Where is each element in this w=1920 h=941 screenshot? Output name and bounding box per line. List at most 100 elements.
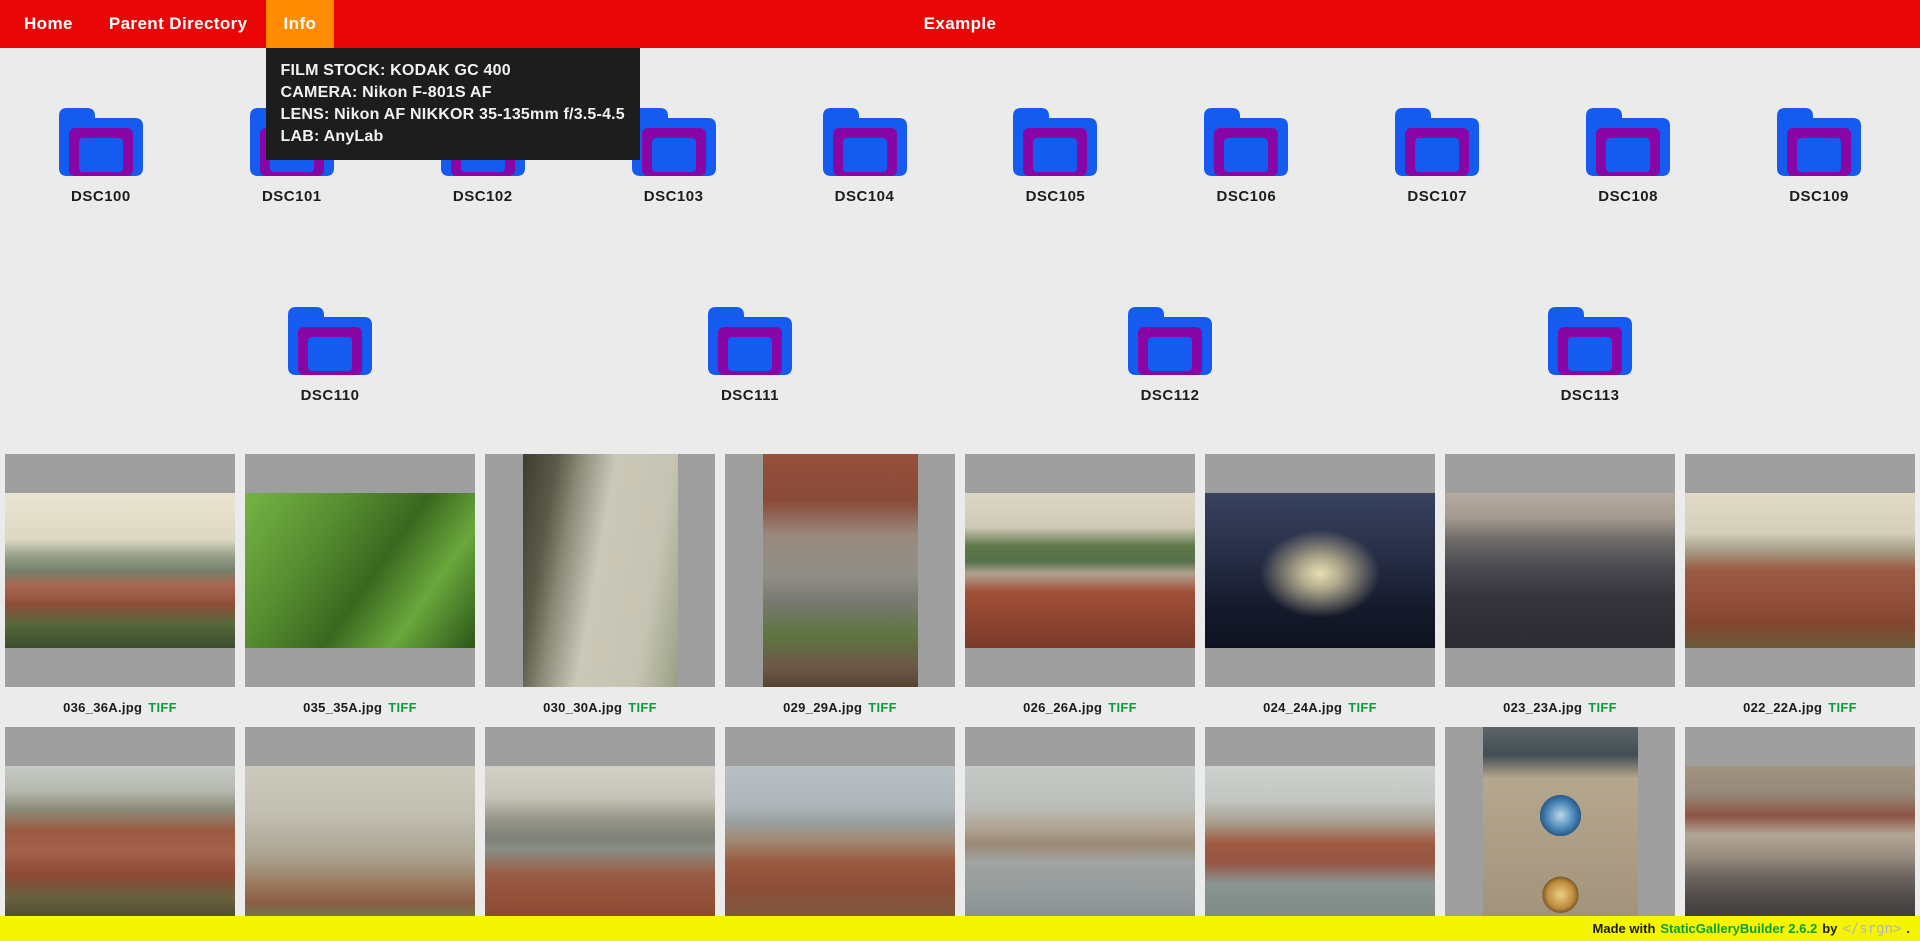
thumbnail-filename: 022_22A.jpg (1743, 700, 1822, 715)
thumbnail-image-green-foliage (245, 493, 475, 648)
thumbnail-link[interactable] (5, 727, 235, 941)
folder-item-dsc107[interactable]: DSC107 (1347, 108, 1527, 205)
folder-label: DSC105 (1026, 188, 1086, 205)
folder-item-dsc106[interactable]: DSC106 (1156, 108, 1336, 205)
thumbnail-item: 026_26A.jpg TIFF (965, 454, 1195, 727)
builder-link[interactable]: StaticGalleryBuilder 2.6.2 (1660, 921, 1817, 936)
tiff-link[interactable]: TIFF (1588, 700, 1617, 715)
thumbnail-item (1685, 727, 1915, 941)
thumbnail-link[interactable] (965, 454, 1195, 687)
info-line-camera: CAMERA: Nikon F-801S AF (281, 82, 625, 104)
thumbnail-link[interactable] (1685, 727, 1915, 941)
thumbnail-image-river-with-boat (965, 766, 1195, 921)
folder-icon (823, 108, 907, 176)
thumbnail-image-castle-across-river (1205, 766, 1435, 921)
folder-icon (1777, 108, 1861, 176)
thumbnail-image-misty-river-city (245, 766, 475, 921)
thumbnail-link[interactable] (1205, 727, 1435, 941)
thumbnail-link[interactable] (725, 727, 955, 941)
folder-label: DSC106 (1216, 188, 1276, 205)
thumbnail-item (965, 727, 1195, 941)
folder-label: DSC112 (1141, 387, 1200, 404)
thumbnail-image-night-cathedral-towers (1205, 493, 1435, 648)
folder-item-dsc104[interactable]: DSC104 (775, 108, 955, 205)
thumbnail-item: 036_36A.jpg TIFF (5, 454, 235, 727)
thumbnail-filename: 023_23A.jpg (1503, 700, 1582, 715)
folder-icon (288, 307, 372, 375)
folder-item-dsc113[interactable]: DSC113 (1500, 307, 1680, 404)
footer-made-with-text: Made with (1593, 921, 1656, 936)
tiff-link[interactable]: TIFF (148, 700, 177, 715)
nav-item-home[interactable]: Home (6, 0, 91, 48)
thumbnail-item: 029_29A.jpg TIFF (725, 454, 955, 727)
thumbnail-item (485, 727, 715, 941)
folder-label: DSC107 (1407, 188, 1467, 205)
thumbnail-link[interactable] (485, 454, 715, 687)
folder-label: DSC111 (721, 387, 779, 404)
folder-item-dsc110[interactable]: DSC110 (240, 307, 420, 404)
gallery-page: Home Parent Directory Info FILM STOCK: K… (0, 0, 1920, 941)
thumbnail-image-crowded-square (1445, 493, 1675, 648)
thumbnail-link[interactable] (725, 454, 955, 687)
folder-item-dsc105[interactable]: DSC105 (965, 108, 1145, 205)
srgn-logo[interactable]: </srgn> (1842, 921, 1901, 937)
folder-icon (1013, 108, 1097, 176)
folder-item-dsc109[interactable]: DSC109 (1729, 108, 1909, 205)
tiff-link[interactable]: TIFF (628, 700, 657, 715)
footer-dot: . (1906, 921, 1910, 936)
thumbnail-link[interactable] (965, 727, 1195, 941)
tiff-link[interactable]: TIFF (388, 700, 417, 715)
folder-icon (1395, 108, 1479, 176)
thumbnail-link[interactable] (1445, 454, 1675, 687)
thumbnail-item: 035_35A.jpg TIFF (245, 454, 475, 727)
thumbnail-image-rooftops-and-towers (725, 766, 955, 921)
thumbnail-item: 024_24A.jpg TIFF (1205, 454, 1435, 727)
thumbnail-image-astronomical-clock-tower (1483, 727, 1638, 941)
folder-item-dsc108[interactable]: DSC108 (1538, 108, 1718, 205)
thumbnail-image-red-rooftops-green-hill (965, 493, 1195, 648)
tiff-link[interactable]: TIFF (1828, 700, 1857, 715)
thumbnail-link[interactable] (485, 727, 715, 941)
thumbnail-item (5, 727, 235, 941)
thumbnail-link[interactable] (1685, 454, 1915, 687)
tiff-link[interactable]: TIFF (1348, 700, 1377, 715)
thumbnail-link[interactable] (245, 454, 475, 687)
thumbnail-item: 030_30A.jpg TIFF (485, 454, 715, 727)
thumbnail-link[interactable] (1445, 727, 1675, 941)
nav-info-wrap: Info FILM STOCK: KODAK GC 400 CAMERA: Ni… (266, 0, 335, 48)
info-line-film-stock: FILM STOCK: KODAK GC 400 (281, 60, 625, 82)
folder-icon (1128, 307, 1212, 375)
thumbnail-item (725, 727, 955, 941)
thumbnail-image-river-bridge-cityscape (485, 766, 715, 921)
thumbnail-grid: 036_36A.jpg TIFF 035_35A.jpg TIFF 030_30… (0, 454, 1920, 941)
thumbnail-filename: 035_35A.jpg (303, 700, 382, 715)
folder-label: DSC103 (644, 188, 704, 205)
thumbnail-link[interactable] (245, 727, 475, 941)
footer-by-text: by (1822, 921, 1837, 936)
nav-item-parent-directory[interactable]: Parent Directory (91, 0, 266, 48)
folder-label: DSC104 (835, 188, 895, 205)
info-line-lab: LAB: AnyLab (281, 126, 625, 148)
folder-icon (59, 108, 143, 176)
folder-icon (708, 307, 792, 375)
navbar: Home Parent Directory Info FILM STOCK: K… (0, 0, 1920, 48)
folder-item-dsc112[interactable]: DSC112 (1080, 307, 1260, 404)
thumbnail-link[interactable] (1205, 454, 1435, 687)
folder-label: DSC113 (1561, 387, 1620, 404)
nav-item-info[interactable]: Info (266, 0, 335, 48)
thumbnail-filename: 024_24A.jpg (1263, 700, 1342, 715)
folder-item-dsc100[interactable]: DSC100 (11, 108, 191, 205)
thumbnail-image-castle-district-rooftops (5, 766, 235, 921)
folder-label: DSC100 (71, 188, 131, 205)
thumbnail-item (1205, 727, 1435, 941)
thumbnail-filename: 029_29A.jpg (783, 700, 862, 715)
thumbnail-image-street-with-crowd (1685, 766, 1915, 921)
thumbnail-filename: 036_36A.jpg (63, 700, 142, 715)
footer: Made with StaticGalleryBuilder 2.6.2 by … (0, 916, 1920, 941)
thumbnail-filename: 026_26A.jpg (1023, 700, 1102, 715)
tiff-link[interactable]: TIFF (868, 700, 897, 715)
thumbnail-filename: 030_30A.jpg (543, 700, 622, 715)
tiff-link[interactable]: TIFF (1108, 700, 1137, 715)
folder-item-dsc111[interactable]: DSC111 (660, 307, 840, 404)
thumbnail-link[interactable] (5, 454, 235, 687)
